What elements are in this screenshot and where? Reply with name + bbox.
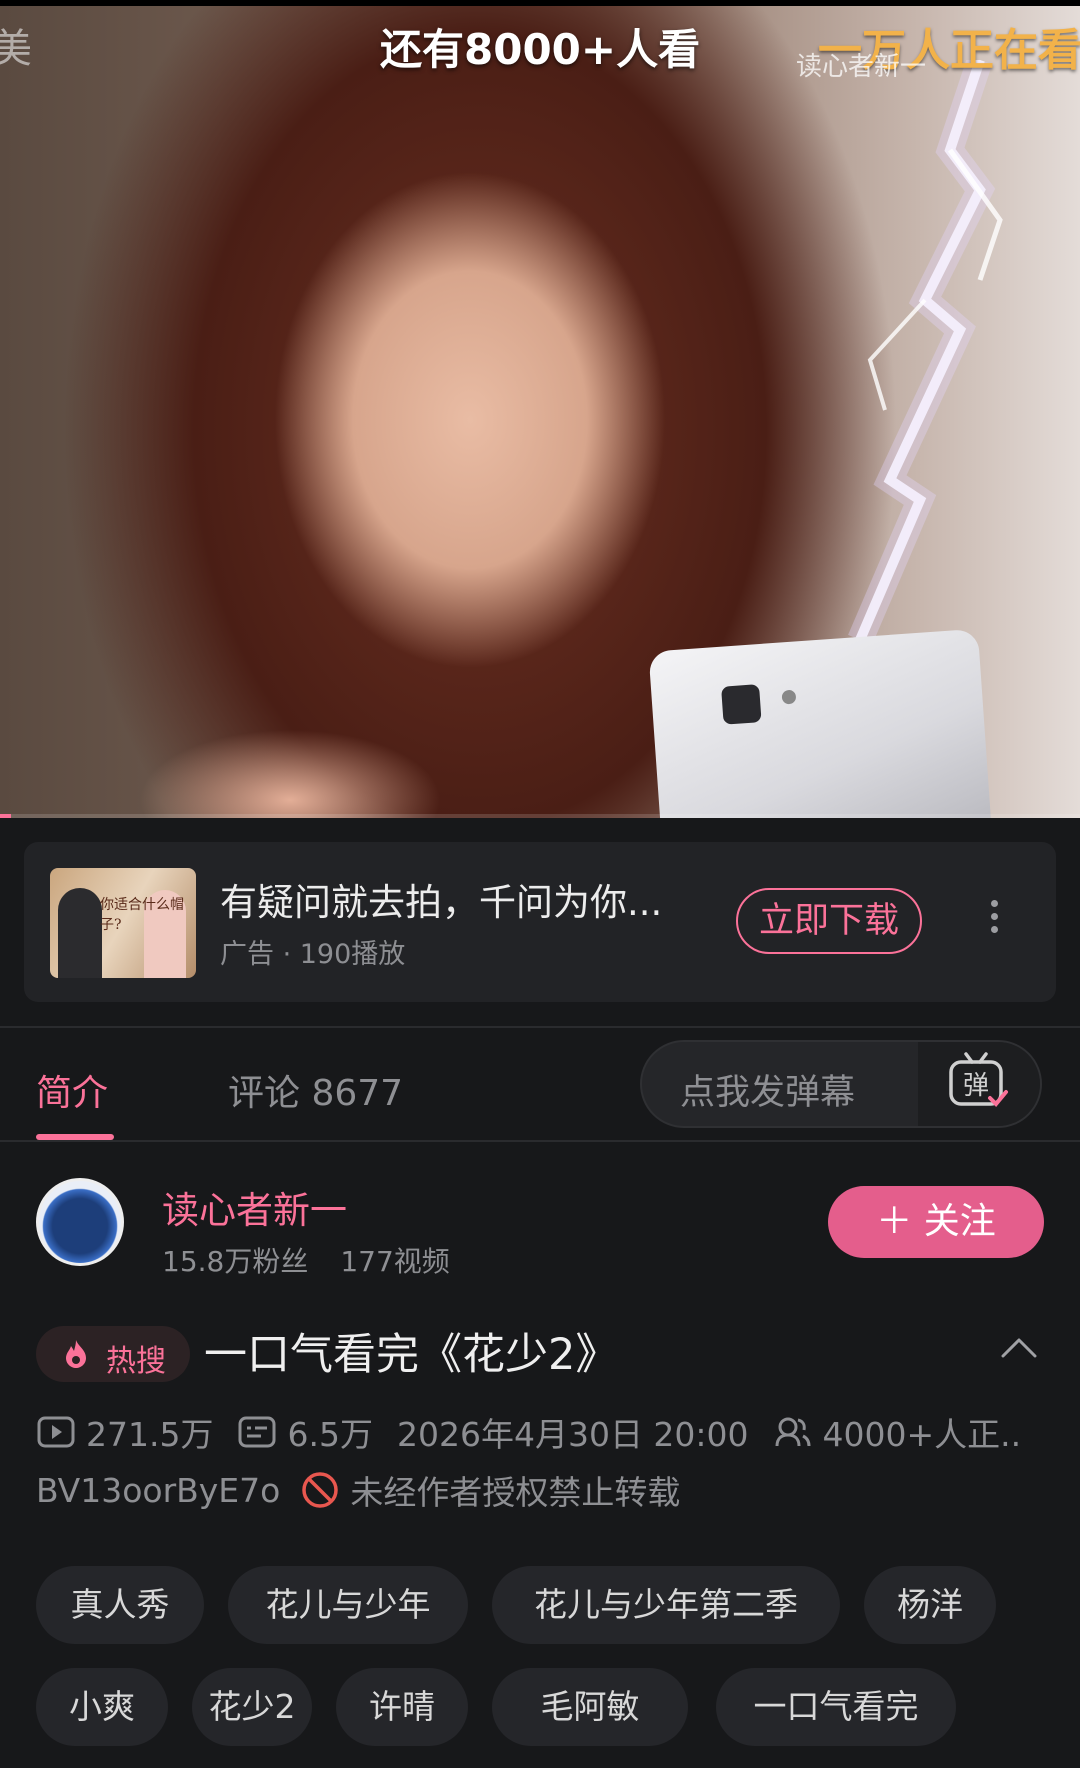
tag-item[interactable]: 小爽	[36, 1668, 168, 1746]
danmaku-icon-char: 弹	[963, 1071, 989, 1101]
hands	[140, 700, 440, 818]
video-top-bar	[0, 0, 1080, 6]
uploader-avatar[interactable]	[36, 1178, 124, 1266]
danmaku-toggle-button[interactable]: 弹	[918, 1042, 1040, 1126]
ad-title[interactable]: 有疑问就去拍，千问为你...	[220, 872, 662, 926]
lightning-effect	[848, 60, 1003, 640]
watching-users-icon	[775, 1417, 811, 1447]
view-count: 271.5万	[86, 1415, 214, 1454]
watching-count: 4000+人正..	[822, 1415, 1022, 1454]
tab-intro[interactable]: 简介	[36, 1064, 108, 1116]
hot-label: 热搜	[106, 1344, 166, 1379]
phone-camera	[721, 684, 762, 725]
phone-in-video	[648, 628, 992, 818]
danmaku-input[interactable]: 点我发弹幕 弹	[640, 1040, 1042, 1128]
play-count-icon	[37, 1416, 75, 1448]
follow-button[interactable]: ＋ 关注	[828, 1186, 1044, 1258]
danmaku-placeholder: 点我发弹幕	[680, 1073, 856, 1113]
uploader-name[interactable]: 读心者新一	[162, 1180, 347, 1234]
video-player[interactable]: 美 还有8000+人看 一万人正在看 读心者新一	[0, 0, 1080, 818]
video-watermark: 读心者新一	[796, 52, 927, 82]
ad-subtitle: 广告 · 190播放	[220, 939, 406, 970]
danmaku-count: 6.5万	[287, 1415, 373, 1454]
tag-item[interactable]: 杨洋	[864, 1566, 996, 1644]
bvid[interactable]: BV13oorByE7o	[36, 1471, 280, 1510]
tag-item[interactable]: 花儿与少年第二季	[492, 1566, 840, 1644]
prohibited-icon	[302, 1472, 339, 1508]
tag-item[interactable]: 许晴	[336, 1668, 468, 1746]
tag-item[interactable]: 花儿与少年	[228, 1566, 468, 1644]
phone-flash	[781, 689, 797, 705]
ad-thumb-text: 你适合什么帽子?	[100, 897, 184, 933]
tag-item[interactable]: 真人秀	[36, 1566, 204, 1644]
video-progress-bar[interactable]	[0, 814, 1080, 818]
divider	[0, 1026, 1080, 1028]
video-title: 一口气看完《花少2》	[204, 1330, 619, 1380]
divider	[0, 1140, 1080, 1142]
tab-comments[interactable]: 评论 8677	[228, 1064, 403, 1116]
ad-thumbnail[interactable]: 你适合什么帽子?	[50, 868, 196, 978]
tag-item[interactable]: 一口气看完	[716, 1668, 956, 1746]
danmaku-count-icon	[238, 1416, 276, 1448]
fire-icon	[66, 1340, 86, 1368]
danmaku-icon: 弹	[949, 1052, 1008, 1107]
tag-item[interactable]: 毛阿敏	[492, 1668, 688, 1746]
danmaku-left: 美	[0, 26, 32, 72]
uploader-stats: 15.8万粉丝 177视频	[162, 1240, 450, 1280]
video-meta-row: 271.5万 6.5万 2026年4月30日 20:00 4000+人正..	[36, 1408, 1021, 1456]
danmaku-top: 还有8000+人看	[380, 25, 701, 74]
thumb-person-left	[58, 888, 102, 978]
publish-datetime: 2026年4月30日 20:00	[396, 1415, 749, 1454]
ad-card[interactable]: 你适合什么帽子? 有疑问就去拍，千问为你... 广告 · 190播放 立即下载	[24, 842, 1056, 1002]
copyright-notice: 未经作者授权禁止转载	[350, 1473, 681, 1512]
chevron-up-icon[interactable]	[1000, 1336, 1038, 1360]
tag-item[interactable]: 花少2	[192, 1668, 312, 1746]
download-button[interactable]: 立即下载	[736, 888, 922, 954]
uploader-videos: 177视频	[340, 1245, 450, 1278]
hot-search-badge[interactable]: 热搜	[36, 1326, 190, 1382]
more-options-icon[interactable]	[986, 894, 1002, 950]
video-progress-fill	[0, 814, 11, 818]
uploader-fans: 15.8万粉丝	[162, 1245, 309, 1278]
video-meta-row-2: BV13oorByE7o 未经作者授权禁止转载	[36, 1466, 680, 1514]
